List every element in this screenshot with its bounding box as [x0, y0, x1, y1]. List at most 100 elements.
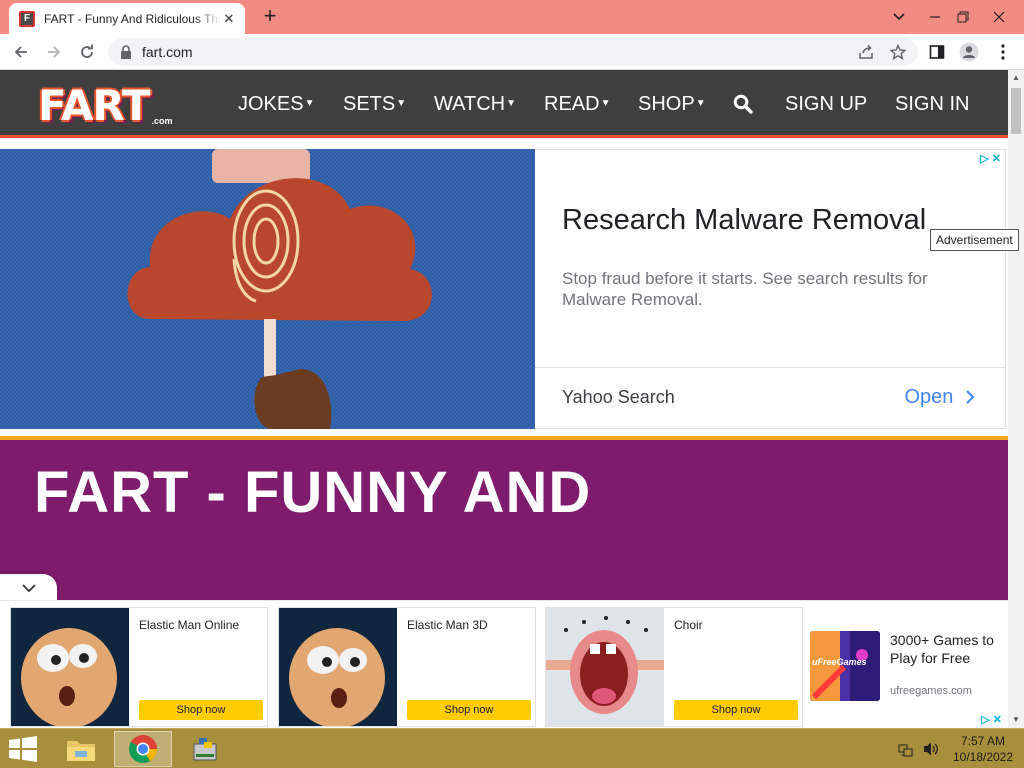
dropdown-caret-icon: ▼ — [304, 97, 315, 109]
forward-arrow-icon — [48, 46, 61, 58]
games-promo-ad[interactable]: uFreeGames 3000+ Games to Play for Free … — [810, 629, 1000, 709]
nav-jokes[interactable]: JOKES ▼ — [238, 70, 314, 138]
site-header: FART .com JOKES ▼ SETS ▼ WATCH ▼ READ ▼ SHOP… — [0, 70, 1008, 138]
nav-sets[interactable]: SETS ▼ — [343, 70, 406, 138]
nav-sets-label: SETS — [343, 92, 396, 115]
start-button[interactable] — [8, 736, 38, 762]
games-promo-domain: ufreegames.com — [890, 685, 972, 697]
browser-menu-icon[interactable] — [990, 39, 1016, 65]
dropdown-caret-icon: ▼ — [600, 97, 611, 109]
dropdown-caret-icon: ▼ — [506, 97, 516, 109]
clock-date: 10/18/2022 — [952, 750, 1014, 764]
games-promo-text: 3000+ Games to Play for Free — [890, 632, 994, 666]
side-panel-icon[interactable] — [924, 39, 950, 65]
network-icon[interactable] — [898, 729, 914, 768]
profile-avatar-icon[interactable] — [956, 39, 982, 65]
clock-time: 7:57 AM — [960, 734, 1006, 748]
ad-image[interactable] — [0, 149, 535, 429]
ad-card[interactable]: Elastic Man 3D Shop now — [278, 607, 536, 727]
ad-card[interactable]: Elastic Man Online Shop now — [10, 607, 268, 727]
advertisement-tooltip: Advertisement — [930, 229, 1019, 251]
nav-read[interactable]: READ ▼ — [544, 70, 610, 138]
back-button[interactable] — [8, 39, 34, 65]
collapse-ad-button[interactable] — [0, 574, 57, 602]
ad-card-title: Choir — [674, 618, 703, 632]
taskbar-file-explorer[interactable] — [52, 731, 110, 767]
sign-up-link[interactable]: SIGN UP — [785, 70, 867, 138]
ad-card-title: Elastic Man 3D — [407, 618, 488, 632]
scroll-up-arrow-icon[interactable]: ▲ — [1008, 70, 1024, 86]
ad-card-title: Elastic Man Online — [139, 618, 240, 632]
back-arrow-icon — [14, 46, 27, 58]
shop-now-button[interactable]: Shop now — [674, 700, 798, 720]
tab-search-chevron-icon[interactable] — [882, 0, 916, 34]
ad-description: Stop fraud before it starts. See search … — [562, 269, 928, 309]
tab-close-icon[interactable]: ✕ — [221, 11, 237, 27]
scrollbar-thumb[interactable] — [1011, 88, 1021, 134]
ad-choices-icon[interactable]: ▷ ✕ — [981, 713, 1002, 726]
ad-choices-icon[interactable]: ▷ ✕ — [980, 152, 1001, 165]
python-setup-icon — [193, 738, 217, 761]
games-promo-image-label: uFreeGames — [812, 657, 867, 667]
screen: F FART - Funny And Ridiculous Thi ✕ + fa… — [0, 0, 1024, 768]
page-title: FART - FUNNY AND — [34, 460, 592, 525]
ad-headline[interactable]: Research Malware Removal — [562, 204, 926, 237]
volume-icon[interactable] — [922, 729, 940, 768]
ad-card-image — [546, 608, 664, 726]
windows-logo-icon — [9, 736, 37, 762]
chrome-icon — [129, 735, 157, 763]
reload-icon — [81, 44, 93, 58]
scroll-down-arrow-icon[interactable]: ▼ — [1008, 712, 1024, 728]
nav-watch[interactable]: WATCH ▼ — [434, 70, 516, 138]
ad-open-label: Open — [904, 386, 954, 408]
url-text: fart.com — [142, 44, 193, 60]
reload-button[interactable] — [74, 39, 100, 65]
taskbar-chrome[interactable] — [114, 731, 172, 767]
forward-button[interactable] — [41, 39, 67, 65]
site-favicon-icon: F — [19, 10, 35, 27]
search-icon — [733, 94, 753, 114]
close-window-button[interactable] — [982, 0, 1016, 34]
lock-icon — [120, 45, 132, 59]
chevron-down-icon — [21, 583, 36, 592]
page-scrollbar[interactable]: ▲ ▼ — [1008, 70, 1024, 728]
browser-toolbar: fart.com — [0, 34, 1024, 70]
shop-now-button[interactable]: Shop now — [139, 700, 263, 720]
ad-open-button[interactable]: Open — [905, 386, 976, 409]
logo-tld: .com — [151, 116, 173, 126]
bottom-ad-strip: Elastic Man Online Shop now Elastic Man … — [0, 600, 1008, 728]
dropdown-caret-icon: ▼ — [396, 97, 407, 109]
new-tab-button[interactable]: + — [258, 5, 282, 28]
ad-source: Yahoo Search — [562, 387, 675, 407]
nav-shop[interactable]: SHOP ▼ — [638, 70, 706, 138]
dropdown-caret-icon: ▼ — [695, 97, 706, 109]
browser-tab[interactable]: F FART - Funny And Ridiculous Thi ✕ — [9, 3, 245, 34]
nav-read-label: READ — [544, 92, 600, 115]
ad-divider — [535, 367, 1006, 368]
ad-text-panel[interactable]: ▷ ✕ Research Malware Removal Stop fraud … — [535, 149, 1006, 429]
tab-title: FART - Funny And Ridiculous Thi — [44, 11, 221, 26]
ad-card-image — [279, 608, 397, 726]
taskbar-python[interactable] — [176, 731, 234, 767]
nav-shop-label: SHOP — [638, 92, 695, 115]
share-icon[interactable] — [853, 39, 879, 65]
restore-button[interactable] — [946, 0, 980, 34]
shop-now-button[interactable]: Shop now — [407, 700, 531, 720]
chevron-right-icon — [966, 390, 975, 404]
games-promo-image: uFreeGames — [810, 631, 880, 701]
sign-in-link[interactable]: SIGN IN — [895, 70, 969, 138]
folder-icon — [67, 741, 95, 761]
nav-jokes-label: JOKES — [238, 92, 304, 115]
display-ad[interactable]: ▷ ✕ Research Malware Removal Stop fraud … — [0, 149, 1008, 429]
taskbar-clock[interactable]: 7:57 AM 10/18/2022 — [948, 733, 1018, 765]
nav-watch-label: WATCH — [434, 92, 506, 115]
ad-cloud-fingerprint-illustration — [0, 149, 535, 429]
logo-text: FART — [38, 81, 150, 130]
ad-card[interactable]: Choir Shop now — [545, 607, 803, 727]
windows-taskbar: 7:57 AM 10/18/2022 — [0, 728, 1024, 768]
address-bar[interactable]: fart.com — [108, 38, 918, 66]
tab-strip: F FART - Funny And Ridiculous Thi ✕ + — [0, 0, 1024, 34]
bookmark-star-icon[interactable] — [885, 39, 911, 65]
search-button[interactable] — [733, 70, 753, 138]
site-logo[interactable]: FART .com — [38, 80, 173, 130]
